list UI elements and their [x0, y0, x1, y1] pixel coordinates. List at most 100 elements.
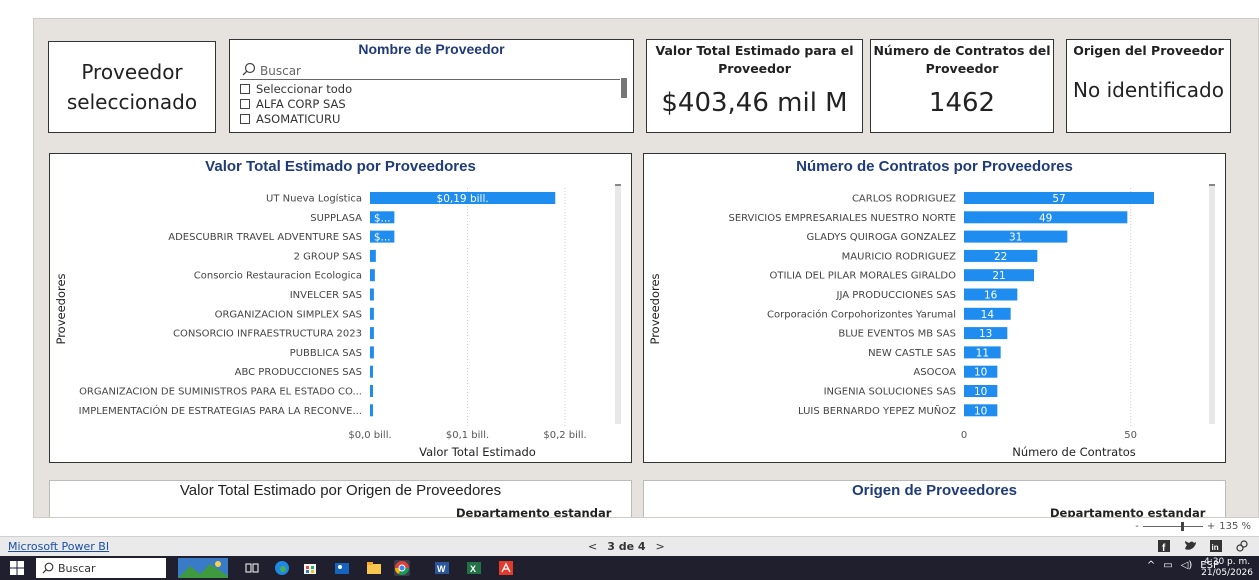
- data-label: $0,19 bill.: [437, 193, 489, 205]
- category-label: GLADYS QUIROGA GONZALEZ: [807, 232, 957, 243]
- data-label: 10: [974, 405, 987, 417]
- zoom-slider[interactable]: [1142, 522, 1203, 531]
- category-label: OTILIA DEL PILAR MORALES GIRALDO: [769, 271, 956, 282]
- network-icon[interactable]: ▭: [1163, 560, 1172, 571]
- bar: [370, 346, 374, 359]
- edge-icon[interactable]: [274, 560, 290, 576]
- checkbox[interactable]: [240, 84, 250, 94]
- chart-valor-por-origen[interactable]: Valor Total Estimado por Origen de Prove…: [49, 480, 632, 518]
- slicer-search-input[interactable]: Buscar: [240, 62, 620, 80]
- share-buttons: f in: [1157, 539, 1249, 553]
- selected-provider-line2: seleccionado: [66, 90, 198, 114]
- chrome-icon[interactable]: [394, 560, 410, 576]
- kpi-value: 1462: [928, 88, 996, 118]
- windows-start-icon[interactable]: [10, 561, 24, 575]
- selected-provider-card: Proveedor seleccionado: [48, 41, 216, 133]
- linkedin-icon[interactable]: in: [1209, 539, 1223, 553]
- powerbi-link[interactable]: Microsoft Power BI: [8, 540, 109, 553]
- kpi-title: Valor Total Estimado para el Proveedor: [655, 43, 854, 76]
- file-explorer-icon[interactable]: [366, 560, 382, 576]
- zoom-control[interactable]: - + 135 %: [1135, 521, 1251, 532]
- search-highlight-image[interactable]: [178, 558, 228, 578]
- data-label: $...: [374, 232, 391, 244]
- chart-title: Valor Total Estimado por Origen de Prove…: [179, 482, 502, 499]
- category-label: SUPPLASA: [310, 213, 362, 224]
- checkbox[interactable]: [240, 114, 250, 124]
- category-label: Consorcio Restauracion Ecologica: [194, 271, 362, 282]
- category-label: PUBBLICA SAS: [290, 348, 362, 359]
- clock-date: 21/05/2026: [1201, 568, 1253, 578]
- acrobat-icon[interactable]: [498, 560, 514, 576]
- category-label: Corporación Corpohorizontes Yarumal: [767, 308, 956, 320]
- x-axis-title: Valor Total Estimado: [419, 445, 536, 459]
- data-label: 14: [981, 309, 995, 321]
- checkbox[interactable]: [240, 99, 250, 109]
- excel-icon[interactable]: X: [466, 560, 482, 576]
- slicer-option[interactable]: ASOMATICURU: [240, 112, 340, 126]
- kpi-title: Número de Contratos del Proveedor: [873, 43, 1051, 76]
- kpi-origen-proveedor: Origen del Proveedor No identificado: [1066, 39, 1231, 133]
- kpi-value: $403,46 mil M: [661, 88, 848, 118]
- taskbar-search-placeholder: Buscar: [58, 561, 96, 575]
- bar: [370, 365, 373, 378]
- chart-contratos-por-proveedor[interactable]: Número de Contratos por Proveedores 0 50 C…: [643, 153, 1226, 463]
- category-label: SERVICIOS EMPRESARIALES NUESTRO NORTE: [728, 213, 956, 224]
- word-icon[interactable]: W: [434, 560, 450, 576]
- bar-chart-valor[interactable]: $0,0 bill. $0,1 bill. $0,2 bill. UT Nueva L…: [50, 154, 633, 464]
- data-label: 10: [974, 386, 987, 398]
- bar: [370, 307, 374, 320]
- data-label: 57: [1052, 193, 1065, 205]
- legend-title: Departamento estandar: [1050, 506, 1206, 518]
- windows-taskbar: Buscar W X ^ ▭ ◁) ESP 4:30 p. m. 21/05/2…: [0, 556, 1259, 580]
- x-tick-label: $0,2 bill.: [543, 430, 586, 441]
- link-icon[interactable]: [1235, 539, 1249, 553]
- zoom-bar: - + 135 %: [0, 518, 1259, 536]
- svg-text:in: in: [1212, 543, 1219, 552]
- slicer-option-label: ALFA CORP SAS: [256, 97, 346, 111]
- next-page-button[interactable]: >: [656, 540, 665, 553]
- data-label: 16: [984, 290, 998, 302]
- chart-scrollbar[interactable]: [615, 184, 621, 424]
- data-label: 10: [974, 367, 987, 379]
- slicer-option-label: Seleccionar todo: [256, 82, 353, 96]
- category-label: ABC PRODUCCIONES SAS: [235, 367, 362, 378]
- zoom-level: 135 %: [1219, 521, 1251, 532]
- page-indicator: 3 de 4: [607, 540, 646, 553]
- slicer-option-select-all[interactable]: Seleccionar todo: [240, 82, 352, 96]
- store-icon[interactable]: [302, 560, 318, 576]
- category-label: INGENIA SOLUCIONES SAS: [824, 387, 956, 398]
- category-label: ORGANIZACION SIMPLEX SAS: [215, 309, 362, 320]
- legend-title: Departamento estandar: [456, 506, 612, 518]
- data-label: 31: [1009, 232, 1022, 244]
- taskbar-clock[interactable]: 4:30 p. m. 21/05/2026: [1201, 557, 1253, 579]
- data-label: 49: [1039, 212, 1052, 224]
- taskbar-search-input[interactable]: Buscar: [36, 558, 166, 578]
- chart-origen-proveedores[interactable]: Origen de Proveedores Departamento estan…: [643, 480, 1226, 518]
- kpi-value: No identificado: [1073, 78, 1224, 102]
- zoom-in-button[interactable]: +: [1207, 521, 1215, 532]
- chart-scrollbar[interactable]: [1209, 184, 1215, 424]
- photos-icon[interactable]: [334, 560, 350, 576]
- category-label: CONSORCIO INFRAESTRUCTURA 2023: [173, 329, 362, 340]
- task-view-icon[interactable]: [244, 560, 260, 576]
- zoom-out-button[interactable]: -: [1135, 521, 1139, 532]
- facebook-icon[interactable]: f: [1157, 539, 1171, 553]
- provider-slicer[interactable]: Nombre de Proveedor Buscar Seleccionar t…: [229, 39, 634, 133]
- chevron-up-icon[interactable]: ^: [1147, 560, 1155, 571]
- kpi-numero-contratos: Número de Contratos del Proveedor 1462: [870, 39, 1054, 133]
- svg-text:X: X: [470, 564, 476, 574]
- chart-valor-por-proveedor[interactable]: Valor Total Estimado por Proveedores $0,…: [49, 153, 632, 463]
- bar-chart-contratos[interactable]: 0 50 CARLOS RODRIGUEZ 57 SERVICIOS EMPRESARI…: [644, 154, 1227, 464]
- prev-page-button[interactable]: <: [588, 540, 597, 553]
- svg-text:W: W: [437, 564, 446, 574]
- x-tick-label: 50: [1124, 430, 1137, 441]
- twitter-icon[interactable]: [1183, 539, 1197, 553]
- bar: [370, 385, 373, 397]
- powerbi-footer: Microsoft Power BI < 3 de 4 > f in: [0, 536, 1259, 556]
- category-label: NEW CASTLE SAS: [868, 348, 956, 359]
- slicer-scrollbar[interactable]: [621, 78, 627, 98]
- slicer-option[interactable]: ALFA CORP SAS: [240, 97, 346, 111]
- y-axis-title: Proveedores: [648, 273, 662, 344]
- data-label: $...: [374, 212, 391, 224]
- volume-icon[interactable]: ◁): [1181, 560, 1193, 571]
